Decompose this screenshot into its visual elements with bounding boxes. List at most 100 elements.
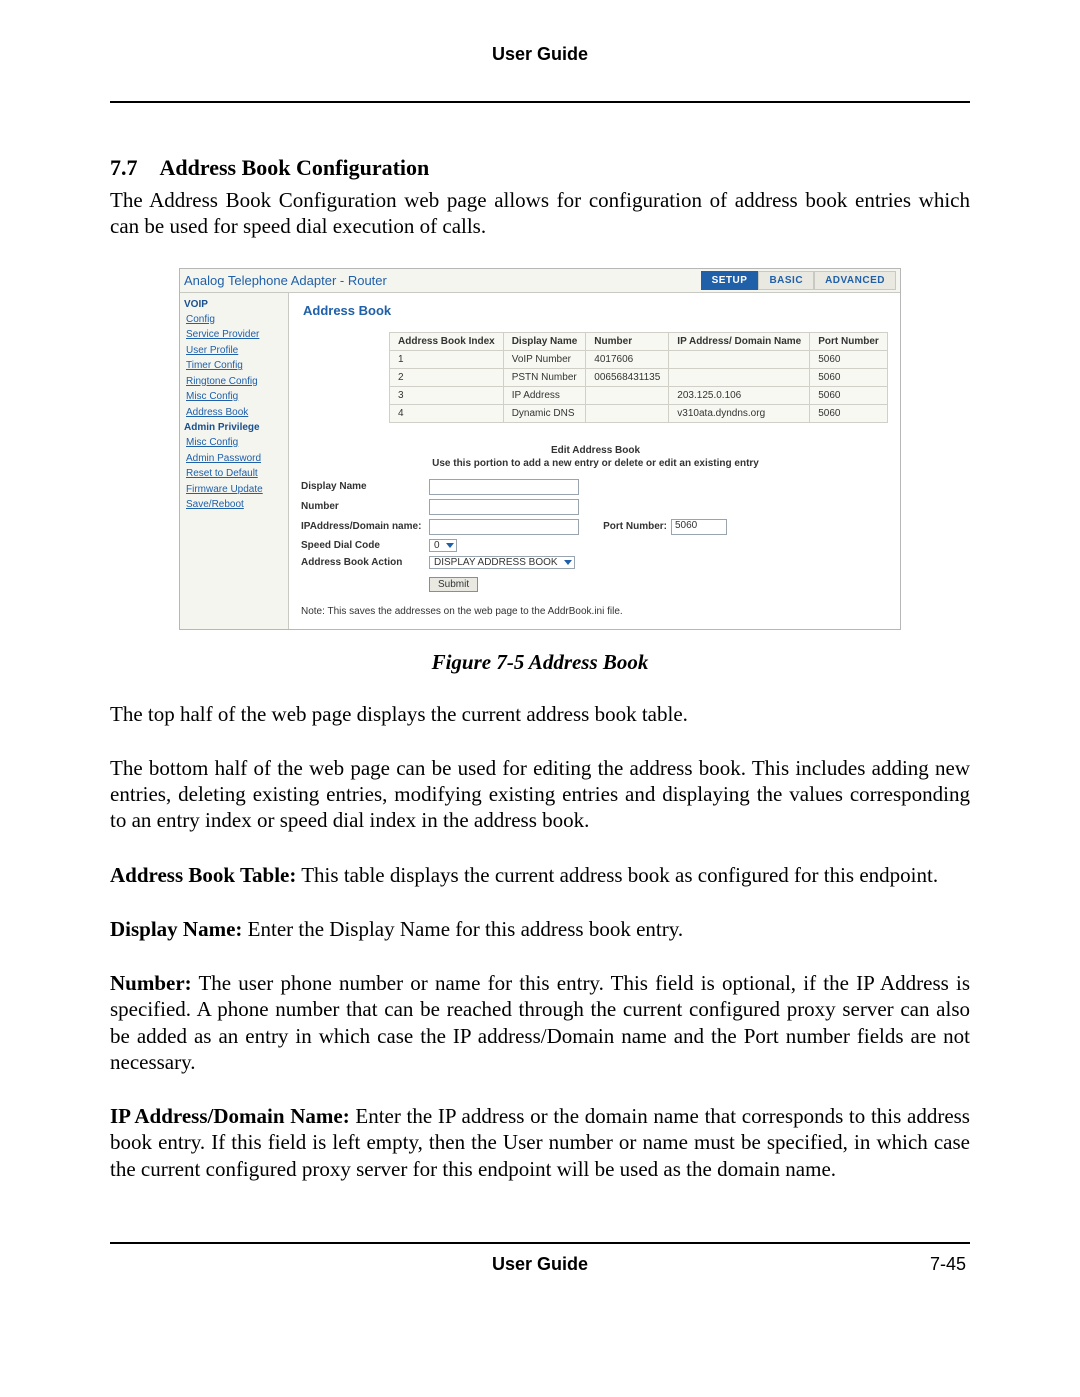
- sidebar-item-save-reboot[interactable]: Save/Reboot: [186, 497, 282, 513]
- table-row: 1 VoIP Number 4017606 5060: [390, 350, 888, 368]
- panel-title: Address Book: [303, 303, 890, 318]
- label-port-number: Port Number:: [579, 521, 671, 532]
- section-heading: 7.7 Address Book Configuration: [110, 155, 970, 181]
- cell: 1: [390, 350, 504, 368]
- cell: 5060: [810, 386, 888, 404]
- sidebar-group-admin: Admin Privilege: [184, 422, 282, 433]
- paragraph: The top half of the web page displays th…: [110, 701, 970, 727]
- sidebar: VOIP Config Service Provider User Profil…: [180, 293, 289, 629]
- cell: [586, 386, 669, 404]
- form-note: Note: This saves the addresses on the we…: [301, 606, 890, 617]
- cell: [586, 404, 669, 422]
- cell: [669, 368, 810, 386]
- col-port: Port Number: [810, 332, 888, 350]
- main-panel: Address Book Address Book Index Display …: [289, 293, 900, 629]
- col-number: Number: [586, 332, 669, 350]
- text: The user phone number or name for this e…: [110, 971, 970, 1074]
- section-number: 7.7: [110, 155, 138, 181]
- sidebar-item-user-profile[interactable]: User Profile: [186, 343, 282, 359]
- cell: Dynamic DNS: [503, 404, 586, 422]
- sidebar-item-reset[interactable]: Reset to Default: [186, 466, 282, 482]
- speed-dial-value: 0: [434, 540, 440, 551]
- table-header-row: Address Book Index Display Name Number I…: [390, 332, 888, 350]
- ip-domain-input[interactable]: [429, 519, 579, 535]
- address-book-table: Address Book Index Display Name Number I…: [389, 332, 888, 423]
- number-input[interactable]: [429, 499, 579, 515]
- cell: [669, 350, 810, 368]
- cell: 2: [390, 368, 504, 386]
- sidebar-item-ringtone-config[interactable]: Ringtone Config: [186, 374, 282, 390]
- cell: IP Address: [503, 386, 586, 404]
- edit-form: Display Name Number IPAddress/Domain nam…: [301, 479, 890, 592]
- col-display: Display Name: [503, 332, 586, 350]
- action-value: DISPLAY ADDRESS BOOK: [434, 557, 558, 568]
- cell: 5060: [810, 350, 888, 368]
- sidebar-item-timer-config[interactable]: Timer Config: [186, 358, 282, 374]
- app-titlebar: Analog Telephone Adapter - Router SETUP …: [180, 269, 900, 293]
- section-intro: The Address Book Configuration web page …: [110, 187, 970, 240]
- chevron-down-icon: [446, 543, 454, 548]
- port-number-input[interactable]: 5060: [671, 519, 727, 535]
- sidebar-item-service-provider[interactable]: Service Provider: [186, 327, 282, 343]
- cell: PSTN Number: [503, 368, 586, 386]
- paragraph: Number: The user phone number or name fo…: [110, 970, 970, 1075]
- text: This table displays the current address …: [296, 863, 938, 887]
- cell: 203.125.0.106: [669, 386, 810, 404]
- sidebar-item-firmware[interactable]: Firmware Update: [186, 482, 282, 498]
- label-speed-dial: Speed Dial Code: [301, 540, 429, 551]
- label: Display Name:: [110, 917, 242, 941]
- action-select[interactable]: DISPLAY ADDRESS BOOK: [429, 556, 575, 569]
- section-title: Address Book Configuration: [160, 155, 430, 180]
- sidebar-item-misc-config[interactable]: Misc Config: [186, 389, 282, 405]
- edit-title: Edit Address Book: [301, 445, 890, 456]
- submit-button[interactable]: Submit: [429, 577, 478, 592]
- cell: VoIP Number: [503, 350, 586, 368]
- top-divider: [110, 101, 970, 103]
- label: Address Book Table:: [110, 863, 296, 887]
- text: Enter the Display Name for this address …: [242, 917, 683, 941]
- cell: 4017606: [586, 350, 669, 368]
- paragraph: Address Book Table: This table displays …: [110, 862, 970, 888]
- table-row: 3 IP Address 203.125.0.106 5060: [390, 386, 888, 404]
- cell: v310ata.dyndns.org: [669, 404, 810, 422]
- sidebar-item-address-book[interactable]: Address Book: [186, 405, 282, 421]
- figure-screenshot: Analog Telephone Adapter - Router SETUP …: [179, 268, 901, 630]
- sidebar-item-admin-password[interactable]: Admin Password: [186, 451, 282, 467]
- tab-bar: SETUP BASIC ADVANCED: [701, 271, 896, 290]
- page-header-title: User Guide: [110, 44, 970, 65]
- tab-basic[interactable]: BASIC: [758, 271, 814, 290]
- sidebar-item-config[interactable]: Config: [186, 312, 282, 328]
- table-row: 4 Dynamic DNS v310ata.dyndns.org 5060: [390, 404, 888, 422]
- sidebar-group-voip: VOIP: [184, 299, 282, 310]
- chevron-down-icon: [564, 560, 572, 565]
- edit-subtitle: Use this portion to add a new entry or d…: [301, 458, 890, 469]
- label-number: Number: [301, 501, 429, 512]
- label-display-name: Display Name: [301, 481, 429, 492]
- paragraph: IP Address/Domain Name: Enter the IP add…: [110, 1103, 970, 1182]
- table-row: 2 PSTN Number 006568431135 5060: [390, 368, 888, 386]
- figure-caption: Figure 7-5 Address Book: [110, 650, 970, 675]
- label-action: Address Book Action: [301, 557, 429, 568]
- cell: 3: [390, 386, 504, 404]
- page-footer: User Guide 7-45: [110, 1254, 970, 1275]
- cell: 006568431135: [586, 368, 669, 386]
- tab-setup[interactable]: SETUP: [701, 271, 759, 290]
- cell: 5060: [810, 368, 888, 386]
- col-index: Address Book Index: [390, 332, 504, 350]
- cell: 4: [390, 404, 504, 422]
- paragraph: The bottom half of the web page can be u…: [110, 755, 970, 834]
- app-title: Analog Telephone Adapter - Router: [184, 273, 387, 288]
- bottom-divider: [110, 1242, 970, 1244]
- sidebar-item-misc-config2[interactable]: Misc Config: [186, 435, 282, 451]
- col-ip: IP Address/ Domain Name: [669, 332, 810, 350]
- speed-dial-select[interactable]: 0: [429, 539, 457, 552]
- footer-title: User Guide: [194, 1254, 886, 1275]
- label-ip-domain: IPAddress/Domain name:: [301, 521, 429, 532]
- label: Number:: [110, 971, 192, 995]
- cell: 5060: [810, 404, 888, 422]
- display-name-input[interactable]: [429, 479, 579, 495]
- tab-advanced[interactable]: ADVANCED: [814, 271, 896, 290]
- paragraph: Display Name: Enter the Display Name for…: [110, 916, 970, 942]
- footer-page-number: 7-45: [886, 1254, 966, 1275]
- label: IP Address/Domain Name:: [110, 1104, 350, 1128]
